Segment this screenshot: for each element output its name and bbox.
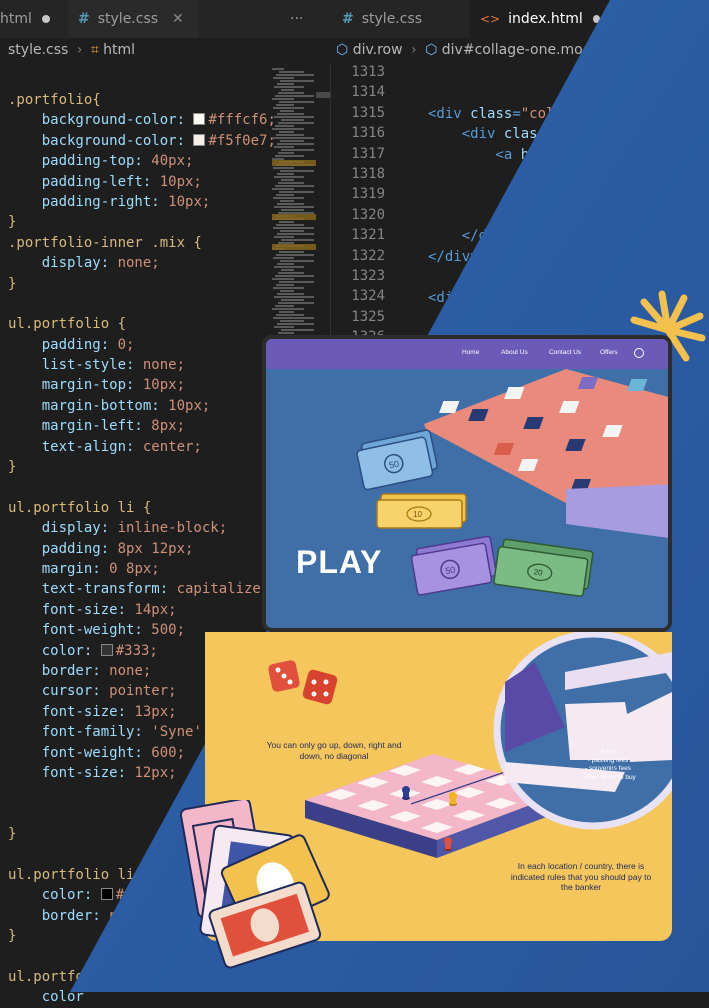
movement-rule-text: You can only go up, down, right and down…	[266, 740, 402, 761]
bubble-rules-list: rules - passing fees - souvenirs fees - …	[563, 748, 653, 782]
bubble-line: rules	[600, 748, 616, 755]
money-label: 50	[444, 565, 456, 577]
location-rule-text: In each location / country, there is ind…	[510, 861, 652, 892]
dice-icon	[268, 660, 338, 705]
money-yellow: 10	[376, 493, 467, 529]
cards-fan	[179, 800, 330, 969]
money-green: 20	[493, 538, 594, 597]
money-label: 10	[413, 510, 422, 519]
bubble-line: - souvenirs fees	[585, 765, 631, 772]
money-label: 50	[388, 459, 400, 471]
game-piece-blue	[402, 786, 410, 800]
money-blue: 50	[356, 429, 438, 491]
bubble-line: - other items to buy	[580, 773, 636, 781]
board-edge	[566, 484, 668, 538]
money-label: 20	[533, 567, 544, 577]
hero-text: PLAY	[296, 544, 383, 580]
game-piece-yellow	[449, 792, 457, 806]
money-purple: 50	[410, 535, 498, 596]
magnifier-bubble	[493, 632, 672, 830]
bubble-line: - passing fees	[587, 756, 629, 764]
board-illustration: 50 10 50 20	[356, 369, 668, 597]
game-piece-red	[444, 837, 452, 851]
game-board-mockup: Home About Us Contact Us Offers 50 10 50…	[262, 335, 672, 632]
